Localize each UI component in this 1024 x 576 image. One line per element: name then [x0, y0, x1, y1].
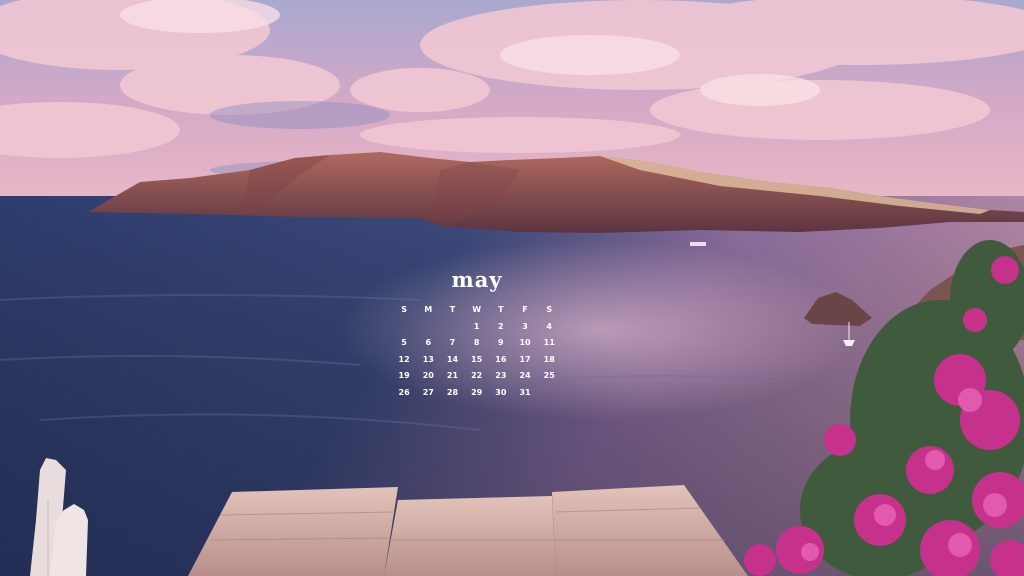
calendar-day: 17: [519, 354, 531, 364]
calendar: may S M T W T F S 1 2 3 4 5 6 7 8 9 10 11 12 13 14 15 16 17 18 19…: [392, 266, 562, 402]
calendar-day: 24: [519, 371, 531, 381]
calendar-empty-cell: [440, 319, 464, 336]
calendar-day: 21: [446, 371, 459, 381]
calendar-day: 10: [519, 338, 531, 348]
calendar-day: 12: [398, 354, 410, 364]
calendar-day: 23: [495, 371, 507, 381]
calendar-day: 27: [422, 387, 434, 397]
calendar-day: 7: [449, 338, 456, 348]
calendar-day: 30: [495, 387, 507, 397]
calendar-day: 31: [519, 387, 531, 397]
calendar-day: 3: [522, 321, 528, 331]
calendar-day: 28: [446, 387, 459, 397]
calendar-day: 13: [422, 354, 434, 364]
calendar-day: 1: [473, 321, 480, 331]
calendar-day: 5: [401, 338, 407, 348]
calendar-empty-cell: [416, 319, 440, 336]
weekday-label: S: [546, 305, 553, 314]
weekday-label: T: [498, 305, 504, 314]
calendar-day: 16: [495, 354, 507, 364]
calendar-empty-cell: [392, 319, 416, 336]
calendar-day: 18: [543, 354, 555, 364]
calendar-day: 29: [471, 387, 483, 397]
calendar-day: 2: [498, 321, 504, 331]
calendar-day: 25: [543, 371, 555, 381]
calendar-day: 22: [471, 371, 483, 381]
weekday-label: T: [449, 305, 456, 314]
weekday-label: M: [424, 305, 433, 314]
weekday-label: W: [472, 305, 482, 314]
calendar-day: 8: [473, 338, 480, 348]
calendar-day: 26: [398, 387, 410, 397]
calendar-day: 6: [425, 338, 432, 348]
calendar-day: 11: [543, 338, 555, 348]
calendar-day: 9: [498, 338, 504, 348]
calendar-day: 4: [546, 321, 552, 331]
calendar-day: 15: [471, 354, 483, 364]
calendar-day: 20: [422, 371, 434, 381]
calendar-grid: S M T W T F S 1 2 3 4 5 6 7 8 9 10 11 12 13 14 15 16 17 18 19 20 21…: [392, 302, 562, 402]
calendar-empty-cell: [537, 385, 561, 402]
weekday-label: S: [401, 305, 407, 314]
month-title: may: [451, 267, 503, 292]
calendar-day: 19: [398, 371, 410, 381]
calendar-day: 14: [446, 354, 459, 364]
weekday-label: F: [522, 305, 528, 314]
